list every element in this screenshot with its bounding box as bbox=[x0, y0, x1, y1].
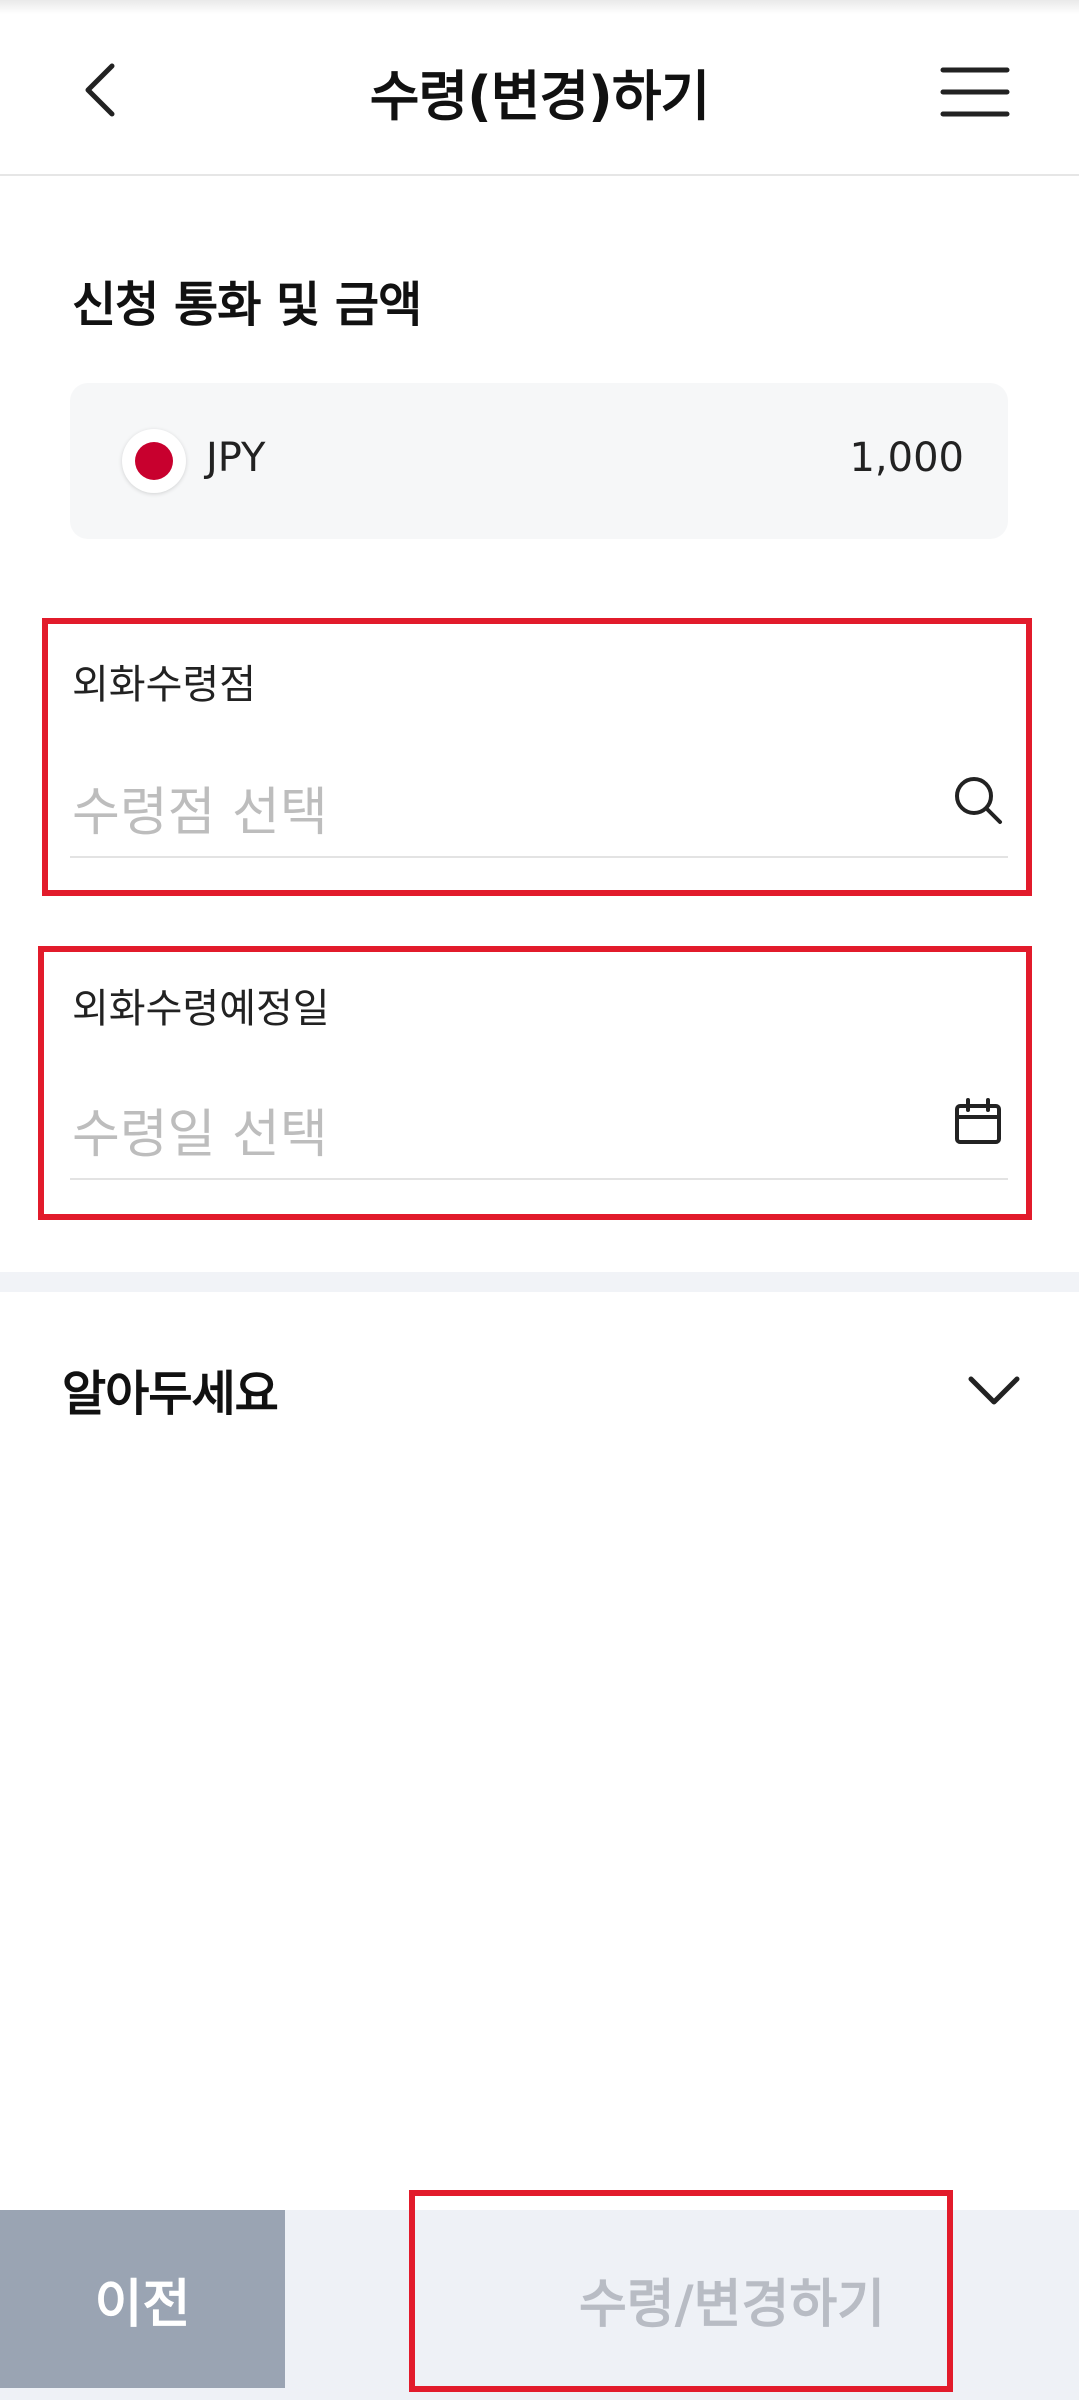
chevron-down-icon bbox=[968, 1376, 1020, 1405]
receive-change-page: 수령(변경)하기 신청 통화 및 금액 JPY 1,000 외화수령점 수령점 … bbox=[0, 0, 1079, 2400]
amount-card: JPY 1,000 bbox=[70, 383, 1008, 539]
confirm-button-highlight bbox=[409, 2190, 953, 2392]
branch-placeholder: 수령점 선택 bbox=[72, 783, 328, 843]
prev-button[interactable]: 이전 bbox=[0, 2210, 285, 2388]
branch-search-button[interactable] bbox=[948, 770, 1008, 830]
currency-section-title: 신청 통화 및 금액 bbox=[72, 277, 422, 333]
hamburger-menu-icon bbox=[940, 67, 1010, 117]
section-divider bbox=[0, 1272, 1079, 1292]
notice-title: 알아두세요 bbox=[62, 1366, 279, 1422]
date-field-label: 외화수령예정일 bbox=[72, 986, 330, 1032]
date-placeholder: 수령일 선택 bbox=[72, 1105, 328, 1165]
date-select-input[interactable]: 수령일 선택 bbox=[70, 1070, 1008, 1180]
calendar-icon bbox=[955, 1098, 1001, 1144]
page-title: 수령(변경)하기 bbox=[369, 65, 710, 128]
currency-code: JPY bbox=[206, 435, 266, 481]
branch-field-label: 외화수령점 bbox=[72, 662, 256, 708]
branch-select-input[interactable]: 수령점 선택 bbox=[70, 748, 1008, 858]
header-bar: 수령(변경)하기 bbox=[0, 0, 1079, 176]
menu-button[interactable] bbox=[930, 52, 1020, 132]
search-icon bbox=[955, 777, 1002, 824]
notice-accordion[interactable]: 알아두세요 bbox=[0, 1330, 1079, 1440]
amount-value: 1,000 bbox=[849, 435, 964, 481]
japan-flag-icon bbox=[122, 429, 186, 493]
notice-expand-button[interactable] bbox=[962, 1358, 1026, 1422]
date-calendar-button[interactable] bbox=[948, 1092, 1008, 1152]
